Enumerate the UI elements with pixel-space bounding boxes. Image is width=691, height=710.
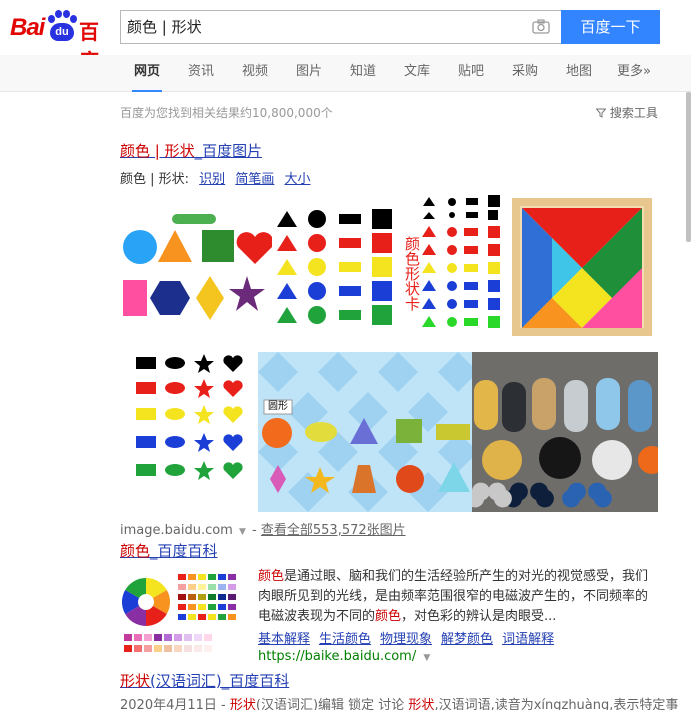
- search-tools-button[interactable]: 搜索工具: [595, 104, 658, 121]
- tab-video[interactable]: 视频: [240, 55, 270, 92]
- tab-zhidao[interactable]: 知道: [348, 55, 378, 92]
- filter-icon: [595, 108, 607, 118]
- abstract-em: 形状: [408, 698, 435, 710]
- sub-link-size[interactable]: 大小: [284, 172, 310, 187]
- logo-text-bai: Bai: [10, 14, 45, 41]
- image-shape-cards[interactable]: [272, 192, 396, 340]
- scrollbar-thumb[interactable]: [686, 92, 691, 242]
- sub-prefix: 颜色 | 形状:: [120, 172, 190, 187]
- baidu-logo[interactable]: Bai du 百度: [10, 8, 114, 73]
- result-title-rest: _百度图片: [194, 142, 263, 160]
- result-title-rest: (汉语词汇)_百度百科: [150, 672, 290, 690]
- image-tangram[interactable]: [506, 192, 658, 340]
- image-source-url[interactable]: image.baidu.com: [120, 523, 233, 538]
- image-grid: 颜色形状卡 圆形: [120, 192, 658, 512]
- camera-icon[interactable]: [532, 19, 550, 34]
- result-title-images[interactable]: 颜色 | 形状_百度图片: [120, 140, 262, 161]
- sub-link-sketch[interactable]: 简笔画: [235, 172, 274, 187]
- tab-news[interactable]: 资讯: [186, 55, 216, 92]
- image-color-shape-card[interactable]: 颜色形状卡: [396, 192, 506, 340]
- baike-url-line: https://baike.baidu.com/ ▼: [258, 649, 430, 664]
- result-title-baike-color[interactable]: 颜色_百度百科: [120, 540, 218, 561]
- image-metal-tags[interactable]: [472, 352, 658, 512]
- result-count: 百度为您找到相关结果约10,800,000个: [120, 106, 333, 120]
- tab-tieba[interactable]: 贴吧: [456, 55, 486, 92]
- abstract-text: (汉语词汇)编辑 锁定 讨论: [255, 698, 409, 710]
- search-box: [120, 10, 561, 44]
- tab-images[interactable]: 图片: [294, 55, 324, 92]
- baike-abstract: 颜色是通过眼、脑和我们的生活经验所产生的对光的视觉感受，我们肉眼所见到的光线，是…: [258, 567, 658, 627]
- abstract-text: ，对色彩的辨认是肉眼受...: [401, 609, 557, 624]
- baike-link-physics[interactable]: 物理现象: [380, 632, 432, 647]
- vertical-tabs: 网页 资讯 视频 图片 知道 文库 贴吧 采购 地图 更多»: [0, 55, 691, 92]
- source-separator: -: [252, 523, 261, 538]
- abstract-em: 形状: [229, 698, 256, 710]
- tab-map[interactable]: 地图: [564, 55, 594, 92]
- baike-section-links: 基本解释 生活颜色 物理现象 解梦颜色 词语解释: [258, 628, 563, 647]
- tab-purchase[interactable]: 采购: [510, 55, 540, 92]
- baike-thumbnail[interactable]: [120, 568, 244, 658]
- baike-link-life-color[interactable]: 生活颜色: [319, 632, 371, 647]
- abstract-text: ,汉语词语,读音为xíngzhuàng,表示特定事: [434, 698, 679, 710]
- image-shape-list[interactable]: [120, 352, 258, 512]
- tab-more[interactable]: 更多»: [614, 55, 654, 92]
- chevron-down-icon[interactable]: ▼: [239, 527, 246, 537]
- header: Bai du 百度 百度一下: [0, 0, 691, 73]
- search-tools-label: 搜索工具: [609, 106, 658, 120]
- tab-wenku[interactable]: 文库: [402, 55, 432, 92]
- result-title-rest: _百度百科: [150, 542, 218, 560]
- image-3d-shapes[interactable]: 圆形: [258, 352, 472, 512]
- view-all-images-link[interactable]: 查看全部553,572张图片: [261, 523, 406, 538]
- baike-link-basic[interactable]: 基本解释: [258, 632, 310, 647]
- paw-icon: du: [45, 10, 79, 42]
- result-title-baike-shape[interactable]: 形状(汉语词汇)_百度百科: [120, 670, 289, 691]
- baike-url[interactable]: https://baike.baidu.com/: [258, 649, 416, 664]
- sub-link-recognize[interactable]: 识别: [199, 172, 225, 187]
- search-button[interactable]: 百度一下: [561, 10, 660, 44]
- chevron-down-icon[interactable]: ▼: [423, 653, 430, 663]
- shape-label-tag: 圆形: [268, 401, 288, 412]
- result-title-em: 形状: [120, 672, 151, 690]
- image-source-line: image.baidu.com ▼ - 查看全部553,572张图片: [120, 519, 406, 538]
- baike-link-word[interactable]: 词语解释: [502, 632, 554, 647]
- result-title-em: 颜色: [120, 542, 151, 560]
- logo-text-du: du: [50, 23, 74, 41]
- result3-abstract: 2020年4月11日 - 形状(汉语词汇)编辑 锁定 讨论 形状,汉语词语,读音…: [120, 694, 678, 710]
- search-input[interactable]: [127, 11, 527, 43]
- result-title-em: 颜色 | 形状: [120, 142, 195, 160]
- image-sub-filters: 颜色 | 形状: 识别 简笔画 大小: [120, 168, 311, 187]
- image-shape-chart[interactable]: [120, 192, 272, 340]
- baike-link-dream[interactable]: 解梦颜色: [441, 632, 493, 647]
- abstract-em: 颜色: [375, 609, 402, 624]
- tab-web[interactable]: 网页: [132, 55, 162, 92]
- result-date: 2020年4月11日 -: [120, 698, 230, 710]
- abstract-em: 颜色: [258, 569, 285, 584]
